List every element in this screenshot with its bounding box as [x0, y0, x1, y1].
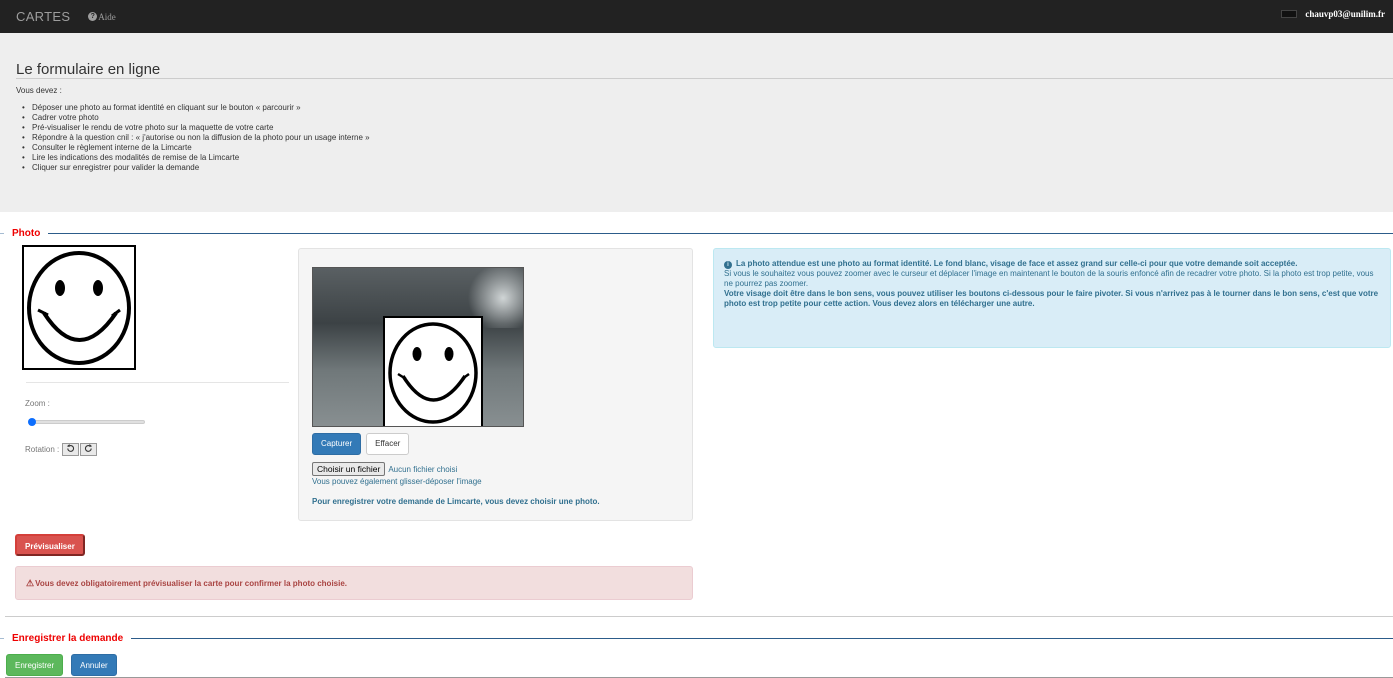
help-link[interactable]: ? Aide: [88, 12, 116, 22]
rotation-row: Rotation :: [25, 443, 98, 456]
info-line-2: Si vous le souhaitez vous pouvez zoomer …: [724, 269, 1374, 288]
save-button[interactable]: Enregistrer: [6, 654, 64, 676]
help-label: Aide: [98, 11, 116, 22]
save-fieldset-legend: Enregistrer la demande: [0, 632, 1393, 644]
top-navbar: CARTES ? Aide chauvp03@unilim.fr: [0, 0, 1393, 33]
info-line-1: La photo attendue est une photo au forma…: [736, 259, 1298, 268]
info-line-3: Votre visage doit être dans le bon sens,…: [724, 289, 1379, 308]
user-email: chauvp03@unilim.fr: [1305, 9, 1385, 19]
capture-buttons: Capturer Effacer: [312, 433, 410, 455]
intro-panel: Le formulaire en ligne Vous devez : Dépo…: [0, 33, 1393, 212]
list-item: Pré-visualiser le rendu de votre photo s…: [22, 123, 370, 133]
question-circle-icon: ?: [88, 12, 98, 21]
webcam-view[interactable]: [312, 267, 524, 427]
zoom-label: Zoom :: [25, 399, 50, 408]
no-file-text: Aucun fichier choisi: [388, 464, 458, 474]
legend-dot: [0, 637, 4, 639]
uploaded-photo[interactable]: [383, 316, 483, 426]
instruction-list: Déposer une photo au format identité en …: [22, 103, 370, 173]
save-legend: Enregistrer la demande: [12, 632, 124, 644]
warning-icon: ⚠: [26, 577, 35, 588]
list-item: Consulter le règlement interne de la Lim…: [22, 143, 370, 153]
photo-legend: Photo: [12, 227, 41, 239]
list-item: Cliquer sur enregistrer pour valider la …: [22, 163, 370, 173]
preview-button[interactable]: Prévisualiser: [15, 534, 85, 556]
user-menu[interactable]: chauvp03@unilim.fr: [1281, 9, 1385, 19]
legend-line: [131, 637, 1393, 639]
list-item: Lire les indications des modalités de re…: [22, 153, 370, 163]
file-input: Choisir un fichier Aucun fichier choisi: [312, 462, 457, 476]
smiley-face-icon: [388, 322, 478, 424]
list-item: Cadrer votre photo: [22, 113, 370, 123]
section-divider: [5, 616, 1393, 617]
intro-lead: Vous devez :: [16, 86, 62, 95]
column-separator: [26, 382, 289, 383]
zoom-slider[interactable]: [28, 418, 145, 426]
preview-warning-text: Vous devez obligatoirement prévisualiser…: [35, 578, 348, 588]
cropped-photo-preview[interactable]: [22, 245, 136, 370]
title-divider: [16, 78, 1393, 79]
legend-dot: [0, 232, 4, 234]
choose-photo-notice: Pour enregistrer votre demande de Limcar…: [312, 497, 600, 506]
drag-drop-hint: Vous pouvez également glisser-déposer l'…: [312, 477, 482, 486]
capture-button[interactable]: Capturer: [312, 433, 362, 455]
list-item: Répondre à la question cnil : « j'autori…: [22, 133, 370, 143]
user-icon: [1281, 10, 1298, 18]
brand-link[interactable]: CARTES: [16, 9, 70, 24]
info-circle-icon: i: [724, 261, 732, 269]
preview-warning-alert: ⚠ Vous devez obligatoirement prévisualis…: [15, 566, 693, 600]
photo-info-alert: i La photo attendue est une photo au form…: [713, 248, 1391, 348]
cancel-button[interactable]: Annuler: [71, 654, 117, 676]
rotate-right-button[interactable]: [80, 443, 98, 456]
zoom-slider-thumb[interactable]: [28, 418, 36, 426]
rotate-left-icon: [67, 444, 75, 452]
rotate-left-button[interactable]: [62, 443, 80, 456]
clear-button[interactable]: Effacer: [366, 433, 410, 455]
photo-fieldset-legend: Photo: [0, 227, 1393, 239]
legend-line: [48, 232, 1393, 234]
upload-panel: Capturer Effacer Choisir un fichier Aucu…: [298, 248, 693, 521]
list-item: Déposer une photo au format identité en …: [22, 103, 370, 113]
rotation-label: Rotation :: [25, 445, 60, 454]
smiley-face-icon: [27, 251, 131, 365]
choose-file-button[interactable]: Choisir un fichier: [312, 462, 386, 476]
form-actions: Enregistrer Annuler: [6, 654, 117, 676]
rotate-right-icon: [85, 444, 93, 452]
page-title: Le formulaire en ligne: [16, 61, 161, 78]
